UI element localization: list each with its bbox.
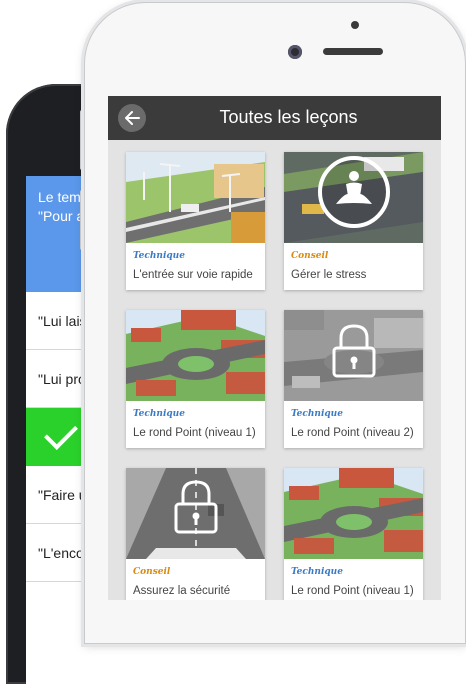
lesson-category: Technique — [291, 409, 343, 419]
lesson-title: Gérer le stress — [291, 269, 367, 281]
answer-label: "Lui lais — [38, 312, 87, 329]
lesson-category: Technique — [133, 409, 185, 419]
lessons-screen: Toutes les leçons Technique L'entrée sur… — [108, 96, 441, 600]
sensor-dot — [351, 21, 359, 29]
lesson-thumbnail — [284, 310, 423, 401]
page-title: Toutes les leçons — [219, 107, 358, 127]
earpiece-speaker — [323, 48, 383, 55]
lesson-title: Le rond Point (niveau 2) — [291, 427, 414, 439]
lesson-title: L'entrée sur voie rapide — [133, 269, 253, 281]
lesson-thumbnail — [284, 468, 423, 559]
app-bar: Toutes les leçons — [108, 96, 441, 140]
answer-label: "Faire u — [38, 486, 87, 503]
lesson-card[interactable]: Technique L'entrée sur voie rapide — [126, 152, 265, 290]
lesson-card[interactable]: Technique Le rond Point (niveau 2) — [284, 310, 423, 448]
lesson-thumbnail — [126, 468, 265, 559]
checkmark-icon — [44, 416, 78, 450]
lesson-card[interactable]: Conseil Assurez la sécurité — [126, 468, 265, 600]
lesson-category: Conseil — [133, 567, 171, 577]
lesson-category: Conseil — [291, 251, 329, 261]
lesson-title: Le rond Point (niveau 1) — [291, 585, 414, 597]
lesson-thumbnail — [284, 152, 423, 243]
lesson-card[interactable]: Conseil Gérer le stress — [284, 152, 423, 290]
lesson-card[interactable]: Technique Le rond Point (niveau 1) — [126, 310, 265, 448]
lesson-thumbnail — [126, 152, 265, 243]
front-camera — [288, 45, 302, 59]
lesson-card[interactable]: Technique Le rond Point (niveau 1) — [284, 468, 423, 600]
lesson-category: Technique — [133, 251, 185, 261]
lesson-title: Assurez la sécurité — [133, 585, 231, 597]
lesson-title: Le rond Point (niveau 1) — [133, 427, 256, 439]
lesson-thumbnail — [126, 310, 265, 401]
lesson-category: Technique — [291, 567, 343, 577]
